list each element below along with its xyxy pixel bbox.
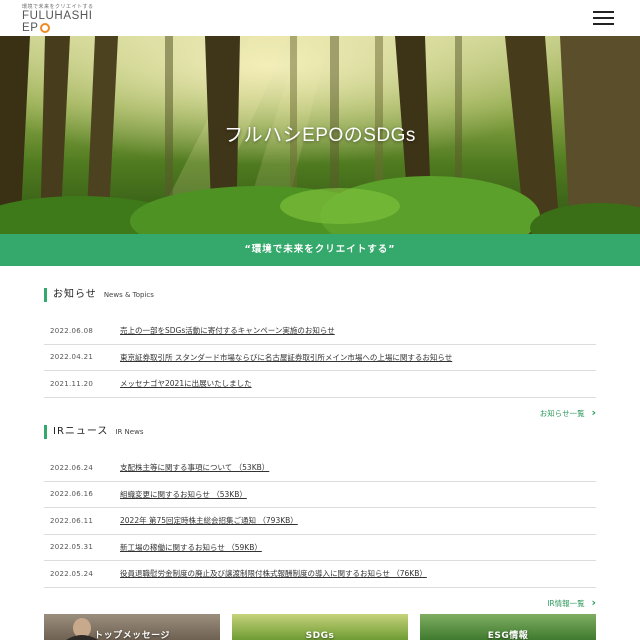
feature-cards: トップメッセージ SDGs ESG情報 — [44, 614, 596, 640]
news-subtitle: News & Topics — [103, 291, 154, 299]
news-date: 2022.06.08 — [50, 326, 94, 335]
logo-line2: EP — [22, 22, 92, 34]
ir-more-link[interactable]: IR情報一覧 — [44, 596, 596, 609]
ir-date: 2022.06.16 — [50, 490, 94, 499]
ir-subtitle: IR News — [115, 428, 144, 436]
slogan-band: “環境で未来をクリエイトする” — [0, 234, 640, 266]
ir-date: 2022.06.24 — [50, 463, 94, 472]
hamburger-menu-icon[interactable] — [593, 11, 614, 25]
list-item: 2022.06.08 売上の一部をSDGs活動に寄付するキャンペーン実施のお知ら… — [44, 318, 596, 345]
card-label: トップメッセージ — [94, 631, 170, 640]
news-link[interactable]: 売上の一部をSDGs活動に寄付するキャンペーン実施のお知らせ — [120, 325, 335, 336]
ir-list: 2022.06.24 支配株主等に関する事項について （53KB） 2022.0… — [44, 455, 596, 588]
list-item: 2022.05.24 役員退職慰労金制度の廃止及び譲渡制限付株式報酬制度の導入に… — [44, 561, 596, 588]
list-item: 2022.05.31 新工場の稼働に関するお知らせ （59KB） — [44, 535, 596, 561]
ir-link[interactable]: 役員退職慰労金制度の廃止及び譲渡制限付株式報酬制度の導入に関するお知らせ （76… — [120, 568, 427, 579]
ir-heading: IRニュース IR News — [44, 425, 596, 439]
card-label: ESG情報 — [487, 631, 529, 640]
ir-link[interactable]: 新工場の稼働に関するお知らせ （59KB） — [120, 542, 262, 553]
ir-link[interactable]: 組織変更に関するお知らせ （53KB） — [120, 489, 247, 500]
list-item: 2022.06.11 2022年 第75回定時株主総会招集ご通知 （793KB） — [44, 508, 596, 535]
logo-line2-text: EP — [22, 22, 39, 34]
ir-title: IRニュース — [53, 426, 109, 437]
ir-date: 2022.05.31 — [50, 543, 94, 552]
news-date: 2021.11.20 — [50, 379, 94, 388]
ir-link[interactable]: 2022年 第75回定時株主総会招集ご通知 （793KB） — [120, 515, 298, 526]
ir-date: 2022.06.11 — [50, 516, 94, 525]
list-item: 2022.06.24 支配株主等に関する事項について （53KB） — [44, 455, 596, 482]
list-item: 2022.04.21 東京証券取引所 スタンダード市場ならびに名古屋証券取引所メ… — [44, 345, 596, 371]
logo-o-mark — [39, 23, 50, 33]
ir-section: IRニュース IR News 2022.06.24 支配株主等に関する事項につい… — [44, 425, 596, 609]
hero-title: フルハシEPOのSDGs — [224, 125, 416, 146]
news-heading: お知らせ News & Topics — [44, 288, 596, 302]
card-esg[interactable]: ESG情報 — [420, 614, 596, 640]
card-top-message[interactable]: トップメッセージ — [44, 614, 220, 640]
news-link[interactable]: メッセナゴヤ2021に出展いたしました — [120, 378, 252, 389]
list-item: 2021.11.20 メッセナゴヤ2021に出展いたしました — [44, 371, 596, 398]
news-list: 2022.06.08 売上の一部をSDGs活動に寄付するキャンペーン実施のお知ら… — [44, 318, 596, 398]
card-label: SDGs — [305, 631, 335, 640]
site-header: 環境で未来をクリエイトする FULUHASHI EP — [0, 0, 640, 36]
company-logo[interactable]: 環境で未来をクリエイトする FULUHASHI EP — [22, 4, 93, 34]
card-sdgs[interactable]: SDGs — [232, 614, 408, 640]
news-title: お知らせ — [53, 289, 97, 300]
logo-line1: FULUHASHI — [22, 10, 93, 22]
news-link[interactable]: 東京証券取引所 スタンダード市場ならびに名古屋証券取引所メイン市場への上場に関す… — [120, 352, 452, 363]
news-section: お知らせ News & Topics 2022.06.08 売上の一部をSDGs… — [44, 288, 596, 419]
news-date: 2022.04.21 — [50, 353, 94, 362]
news-more-link[interactable]: お知らせ一覧 — [44, 406, 596, 419]
hero-banner: フルハシEPOのSDGs — [0, 36, 640, 234]
list-item: 2022.06.16 組織変更に関するお知らせ （53KB） — [44, 482, 596, 508]
ir-date: 2022.05.24 — [50, 569, 94, 578]
ir-link[interactable]: 支配株主等に関する事項について （53KB） — [120, 462, 269, 473]
